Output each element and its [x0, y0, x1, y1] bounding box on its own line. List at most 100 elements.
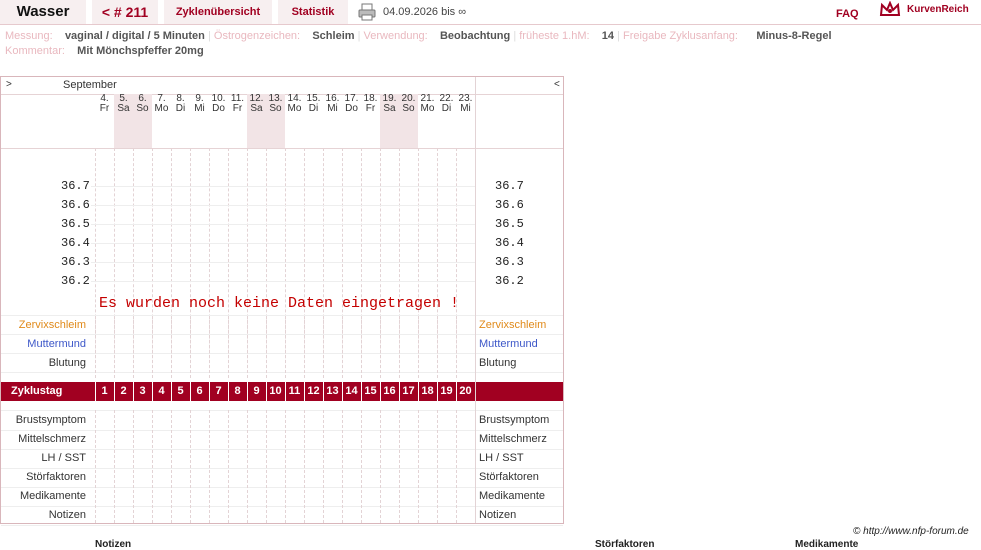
grid-line — [190, 316, 191, 373]
prev-arrow-icon[interactable]: < — [554, 79, 560, 90]
comment-key: Kommentar: — [5, 45, 65, 57]
date-range: 04.09.2026 bis ∞ — [383, 6, 467, 18]
row-label-left[interactable]: Muttermund — [1, 338, 86, 350]
medication-heading: Medikamente — [795, 539, 859, 550]
cycle-day-number[interactable]: 9 — [247, 385, 266, 397]
row-label-right[interactable]: Blutung — [479, 357, 516, 369]
temp-grid-line — [91, 205, 475, 206]
cycle-day-number[interactable]: 4 — [152, 385, 171, 397]
faq-link[interactable]: FAQ — [836, 8, 859, 20]
cycle-day-number[interactable]: 13 — [323, 385, 342, 397]
comment-info: Kommentar: Mit Mönchspfeffer 20mg — [5, 45, 204, 57]
grid-line — [437, 316, 438, 373]
row-label-right[interactable]: Notizen — [479, 509, 516, 521]
month-row: > September < — [1, 77, 563, 95]
temp-grid-line — [91, 224, 475, 225]
row-label-right[interactable]: Muttermund — [479, 338, 538, 350]
no-data-message: Es wurden noch keine Daten eingetragen ! — [99, 295, 460, 312]
grid-line — [399, 316, 400, 373]
cycle-day-number[interactable]: 7 — [209, 385, 228, 397]
grid-line — [418, 410, 419, 523]
row-divider — [1, 449, 563, 450]
temp-label-left: 36.7 — [61, 179, 90, 193]
weekday-label: Mo — [154, 103, 169, 114]
weekday-label: Fr — [232, 103, 243, 114]
cycle-day-number[interactable]: 10 — [266, 385, 285, 397]
weekday-label: Di — [175, 103, 186, 114]
day-header: 17. Do — [342, 94, 361, 148]
row-label-left[interactable]: Brustsymptom — [1, 414, 86, 426]
crown-logo-icon[interactable] — [879, 1, 901, 19]
day-header: 11. Fr — [228, 94, 247, 148]
cycle-day-number[interactable]: 16 — [380, 385, 399, 397]
grid-line — [209, 316, 210, 373]
cycle-day-number[interactable]: 5 — [171, 385, 190, 397]
row-label-left[interactable]: LH / SST — [1, 452, 86, 464]
temp-label-left: 36.2 — [61, 274, 90, 288]
cycle-day-number[interactable]: 3 — [133, 385, 152, 397]
temp-grid-line — [91, 243, 475, 244]
cycle-day-number[interactable]: 6 — [190, 385, 209, 397]
day-header: 8. Di — [171, 94, 190, 148]
cycle-day-number[interactable]: 20 — [456, 385, 475, 397]
cycle-day-number[interactable]: 8 — [228, 385, 247, 397]
row-label-right[interactable]: Brustsymptom — [479, 414, 549, 426]
row-label-right[interactable]: LH / SST — [479, 452, 524, 464]
row-divider — [1, 372, 563, 373]
cycle-chart: > September < 4. Fr 5. Sa 6. So 7. Mo 8. Di 9. Mi 10… — [0, 76, 564, 526]
copyright-text: © http://www.nfp-forum.de — [853, 526, 969, 537]
cycle-day-number[interactable]: 11 — [285, 385, 304, 397]
row-label-left[interactable]: Notizen — [1, 509, 86, 521]
grid-line — [209, 410, 210, 523]
temp-label-right: 36.3 — [495, 255, 524, 269]
row-label-left[interactable]: Störfaktoren — [1, 471, 86, 483]
weekday-label: Mo — [287, 103, 302, 114]
grid-line — [95, 316, 96, 373]
row-label-left[interactable]: Medikamente — [1, 490, 86, 502]
verwendung-key: Verwendung: — [363, 30, 428, 42]
printer-icon[interactable] — [358, 3, 376, 21]
cycle-day-number[interactable]: 19 — [437, 385, 456, 397]
next-arrow-icon[interactable]: > — [6, 79, 12, 90]
day-header: 14. Mo — [285, 94, 304, 148]
grid-line — [266, 316, 267, 373]
user-name-tab[interactable]: Wasser — [0, 0, 86, 24]
cycle-day-number[interactable]: 15 — [361, 385, 380, 397]
row-divider — [1, 468, 563, 469]
cycle-day-number[interactable]: 18 — [418, 385, 437, 397]
prev-cycle-button[interactable]: < # 211 — [92, 0, 158, 24]
statistics-tab[interactable]: Statistik — [278, 0, 348, 24]
row-label-right[interactable]: Medikamente — [479, 490, 545, 502]
row-label-left[interactable]: Zervixschleim — [1, 319, 86, 331]
grid-line — [456, 410, 457, 523]
row-label-right[interactable]: Zervixschleim — [479, 319, 546, 331]
weekday-label: So — [402, 103, 415, 114]
verwendung-value: Beobachtung — [439, 30, 511, 42]
row-label-left[interactable]: Blutung — [1, 357, 86, 369]
grid-line — [418, 316, 419, 373]
row-divider — [1, 506, 563, 507]
row-label-left[interactable]: Mittelschmerz — [1, 433, 86, 445]
grid-line — [114, 316, 115, 373]
grid-line — [266, 410, 267, 523]
day-header: 20. So — [399, 94, 418, 148]
cycle-day-number[interactable]: 17 — [399, 385, 418, 397]
row-divider — [1, 525, 563, 526]
grid-line — [285, 410, 286, 523]
grid-line — [380, 410, 381, 523]
cycle-overview-tab[interactable]: Zyklenübersicht — [164, 0, 272, 24]
brand-logo-text[interactable]: KurvenReich — [907, 4, 969, 15]
month-label: September — [63, 79, 117, 91]
messung-key: Messung: — [5, 30, 53, 42]
cycle-day-number[interactable]: 14 — [342, 385, 361, 397]
cycle-day-number[interactable]: 2 — [114, 385, 133, 397]
weekday-label: Fr — [99, 103, 110, 114]
cycle-day-label: Zyklustag — [11, 385, 63, 397]
cycle-day-number[interactable]: 1 — [95, 385, 114, 397]
day-header: 4. Fr — [95, 94, 114, 148]
row-label-right[interactable]: Störfaktoren — [479, 471, 539, 483]
day-header: 5. Sa — [114, 94, 133, 148]
cycle-day-number[interactable]: 12 — [304, 385, 323, 397]
row-label-right[interactable]: Mittelschmerz — [479, 433, 547, 445]
cycle-day-bar: Zyklustag 1 2 3 4 5 6 7 8 9 10 11 12 13 14 15 16 17 18 19 2… — [1, 382, 563, 401]
